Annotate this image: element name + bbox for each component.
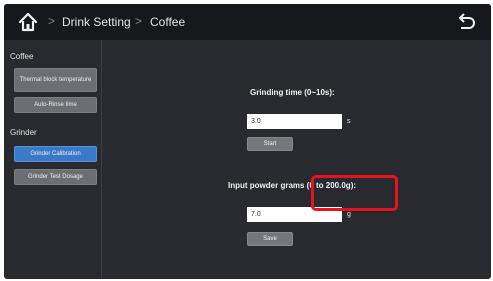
home-icon[interactable] bbox=[17, 11, 39, 33]
group-label-coffee: Coffee bbox=[10, 52, 34, 61]
save-button[interactable]: Save bbox=[247, 232, 293, 246]
grinder-calibration-button[interactable]: Grinder Calibration bbox=[14, 146, 97, 162]
breadcrumb-separator: > bbox=[48, 14, 56, 28]
app-screen: > Drink Setting > Coffee Coffee Thermal … bbox=[4, 4, 491, 279]
breadcrumb-separator: > bbox=[135, 14, 143, 28]
group-label-grinder: Grinder bbox=[10, 128, 37, 137]
thermal-block-temperature-button[interactable]: Thermal block temperature bbox=[14, 68, 97, 92]
breadcrumb-drink-setting[interactable]: Drink Setting bbox=[62, 15, 131, 29]
grinding-time-unit: s bbox=[347, 118, 351, 125]
powder-grams-unit: g bbox=[347, 211, 351, 218]
grinder-test-dosage-button[interactable]: Grinder Test Dosage bbox=[14, 169, 97, 185]
breadcrumb-coffee: Coffee bbox=[150, 15, 186, 29]
auto-rinse-time-button[interactable]: Auto-Rinse time bbox=[14, 97, 97, 113]
highlight-annotation-box bbox=[311, 175, 398, 211]
grinding-time-label: Grinding time (0~10s): bbox=[250, 88, 335, 97]
grinding-time-input[interactable] bbox=[247, 114, 342, 129]
back-arrow-icon[interactable] bbox=[455, 11, 477, 33]
start-button[interactable]: Start bbox=[247, 137, 293, 151]
sidebar: Coffee Thermal block temperature Auto-Ri… bbox=[4, 40, 102, 279]
header-bar: > Drink Setting > Coffee bbox=[4, 4, 491, 40]
